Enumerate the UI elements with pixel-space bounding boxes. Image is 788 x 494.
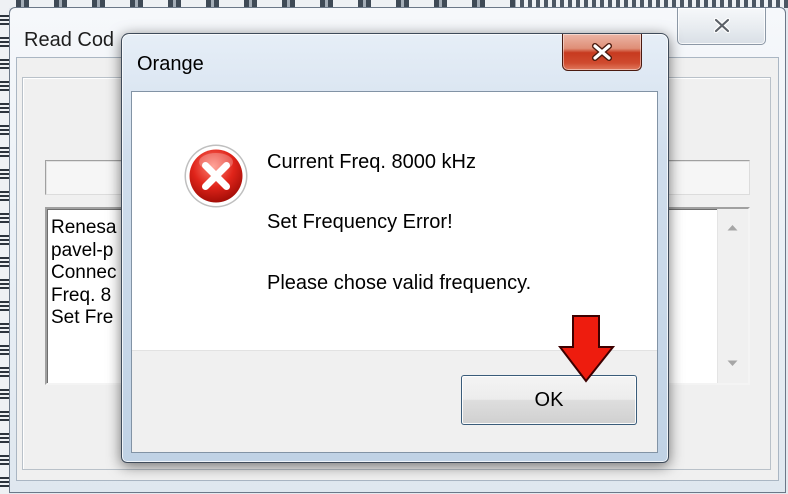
log-line: Freq. 8: [51, 285, 112, 306]
scroll-up-button[interactable]: [717, 210, 748, 246]
scroll-down-icon: [727, 360, 738, 366]
window-close-button[interactable]: [677, 8, 766, 45]
dialog-message: Please chose valid frequency.: [267, 272, 532, 294]
dialog-title: Orange: [137, 53, 204, 75]
log-line: Renesa: [51, 217, 117, 238]
dialog-message: Set Frequency Error!: [267, 211, 453, 233]
ok-button-label: OK: [534, 389, 564, 411]
log-line: Set Fre: [51, 307, 114, 328]
log-line: pavel-p: [51, 240, 114, 261]
background-left-strip: [0, 8, 9, 494]
dialog-message: Current Freq. 8000 kHz: [267, 151, 476, 173]
log-line: Connec: [51, 262, 117, 283]
scroll-down-button[interactable]: [717, 346, 748, 382]
error-icon: [184, 144, 248, 208]
scroll-up-icon: [727, 225, 738, 231]
close-icon: [592, 43, 612, 61]
arrow-down-icon: [558, 315, 616, 383]
close-icon: [714, 18, 730, 33]
dialog-close-button[interactable]: [562, 34, 642, 71]
back-window-title: Read Cod: [24, 29, 115, 51]
